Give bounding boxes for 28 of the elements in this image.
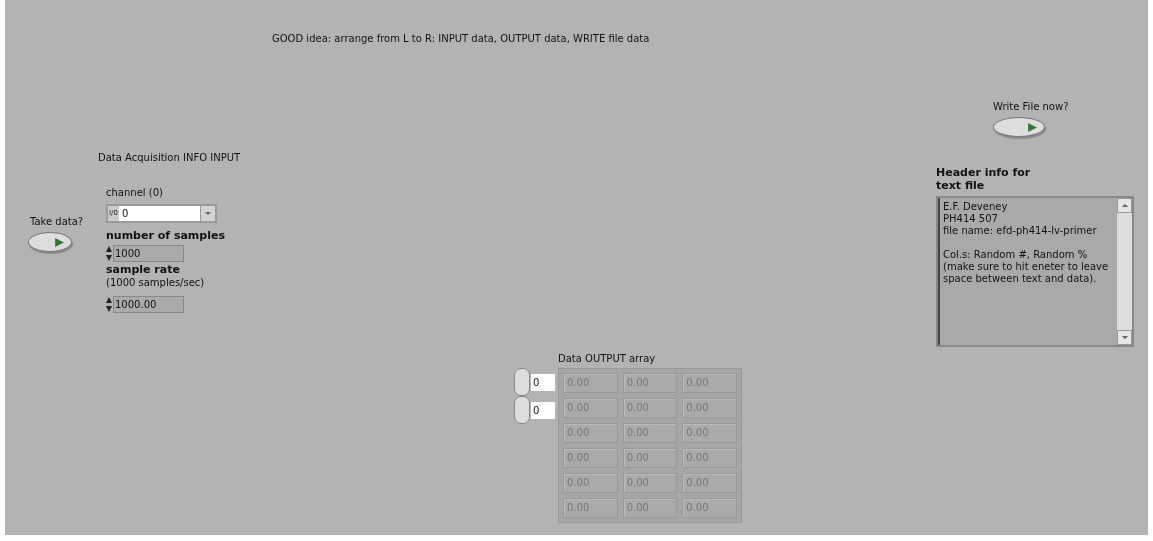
write-file-label: Write File now?: [993, 101, 1069, 112]
array-label: Data OUTPUT array: [558, 353, 656, 364]
panel-note: GOOD idea: arrange from L to R: INPUT data, OUTPUT data, WRITE file data: [272, 33, 650, 44]
play-icon: [54, 236, 65, 248]
header-text-line: PH414 507: [943, 213, 999, 225]
take-data-button[interactable]: [28, 232, 72, 252]
write-file-button[interactable]: [993, 117, 1045, 137]
scrollbar[interactable]: [1117, 198, 1132, 345]
samples-label: number of samples: [106, 229, 225, 242]
rate-sublabel: (1000 samples/sec): [106, 277, 205, 288]
header-text-line: (make sure to hit eneter to leave space between text and data).: [943, 261, 1110, 285]
rate-label: sample rate: [106, 263, 180, 276]
header-text-line: file name: efd-ph414-lv-primer: [943, 225, 1098, 237]
index-field[interactable]: 0: [514, 368, 555, 396]
section-title: Data Acquisition INFO INPUT: [98, 152, 241, 163]
channel-label: channel (0): [106, 187, 163, 198]
scroll-down-button[interactable]: [1117, 330, 1132, 345]
take-data-label: Take data?: [30, 216, 84, 227]
play-icon: [1027, 121, 1038, 133]
dropdown-icon[interactable]: [200, 206, 215, 221]
header-text-field[interactable]: E.F. Deveney PH414 507 file name: efd-ph414-lv-primer Col.s: Random #, Random % (make sure to hit eneter to leave space between text and data).: [936, 196, 1134, 347]
header-text-line: Col.s: Random #, Random %: [943, 249, 1089, 261]
index-field[interactable]: 0: [514, 396, 555, 424]
header-text-line: E.F. Deveney: [943, 201, 1009, 213]
scroll-up-button[interactable]: [1117, 198, 1132, 213]
down-arrow-icon: [1120, 335, 1129, 340]
up-arrow-icon: [1120, 203, 1129, 208]
header-label: Header info for text file: [936, 166, 1032, 192]
